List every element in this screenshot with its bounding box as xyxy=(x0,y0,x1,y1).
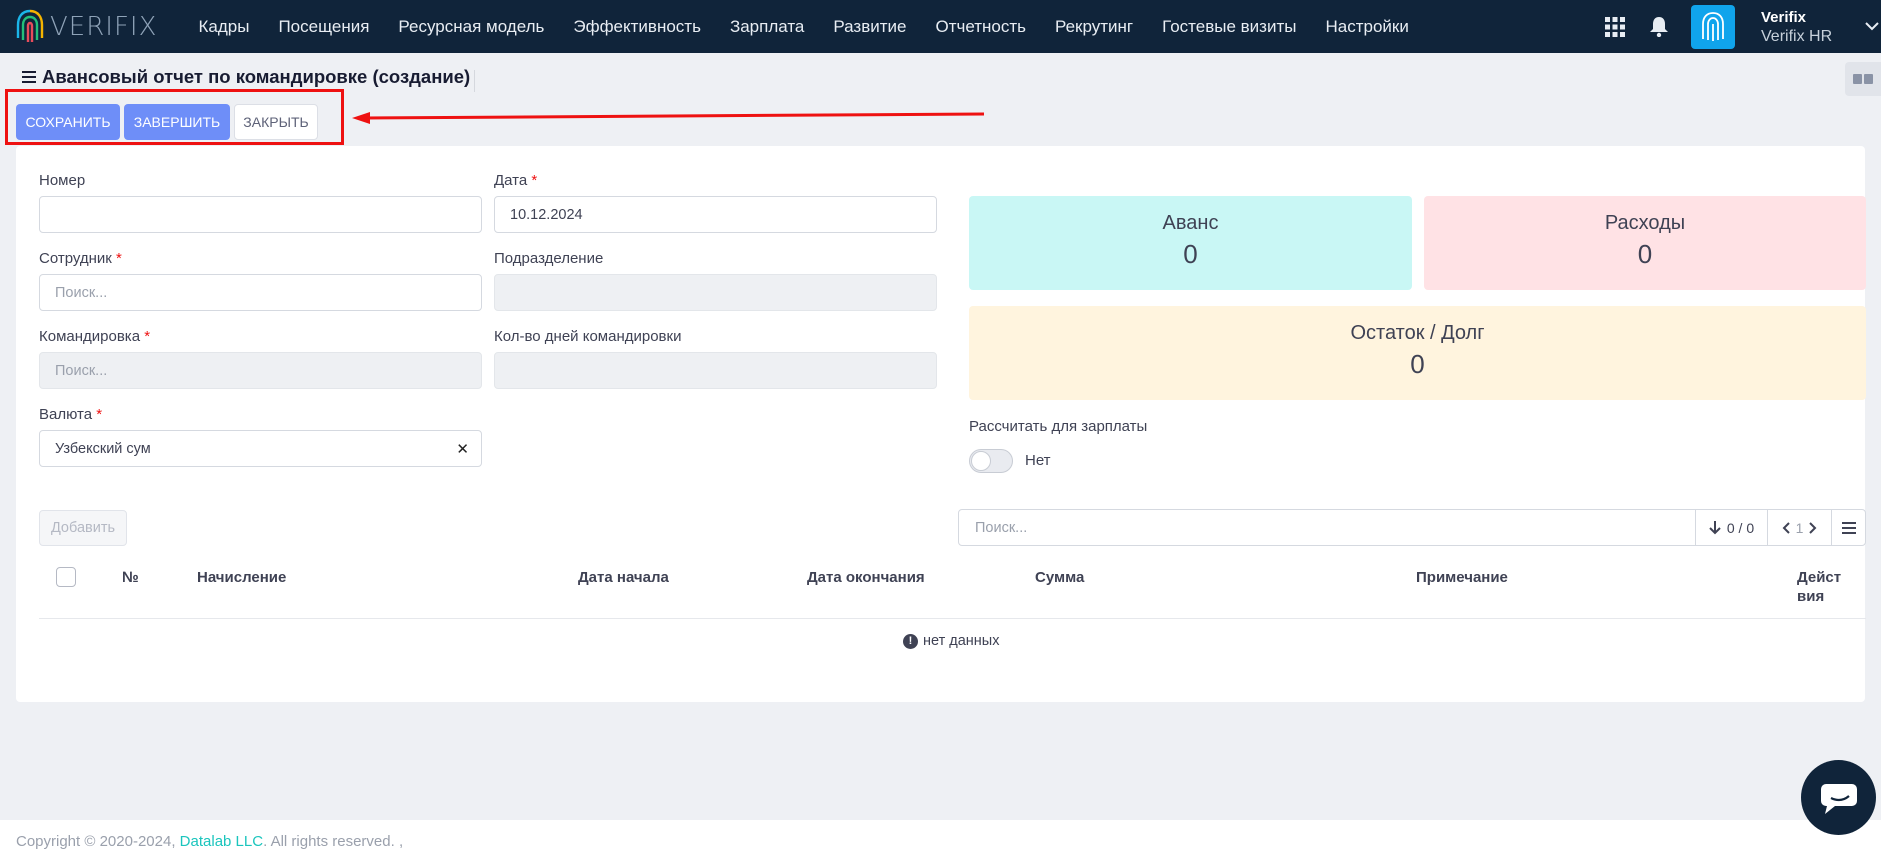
annotation-arrow xyxy=(352,112,984,124)
currency-value: Узбекский сум xyxy=(55,440,151,457)
salary-calc-label: Рассчитать для зарплаты xyxy=(969,418,1148,435)
add-row-button[interactable]: Добавить xyxy=(39,510,127,546)
division-label: Подразделение xyxy=(494,250,604,267)
finish-button[interactable]: Завершить xyxy=(124,104,230,140)
advance-stat-card: Аванс 0 xyxy=(969,196,1412,290)
trip-days-label: Кол-во дней командировки xyxy=(494,328,682,345)
balance-stat-card: Остаток / Долг 0 xyxy=(969,306,1866,400)
expenses-title: Расходы xyxy=(1604,212,1686,234)
footer: Copyright © 2020-2024, Datalab LLC. All … xyxy=(0,820,1881,851)
grid-pagination[interactable]: 1 xyxy=(1767,509,1832,546)
grid-columns-menu-button[interactable] xyxy=(1831,509,1866,546)
empty-state: ! нет данных xyxy=(903,633,999,649)
top-navbar: VERIFIX Кадры Посещения Ресурсная модель… xyxy=(0,0,1881,53)
menu-icon xyxy=(1841,521,1856,534)
chat-widget-button[interactable] xyxy=(1801,760,1876,835)
currency-label: Валюта * xyxy=(39,406,103,423)
trip-label: Командировка * xyxy=(39,328,151,345)
salary-calc-state: Нет xyxy=(1025,452,1051,469)
footer-copyright: Copyright © 2020-2024, xyxy=(16,833,176,850)
language-toggle-button[interactable] xyxy=(1845,62,1881,96)
nav-item-resource-model[interactable]: Ресурсная модель xyxy=(384,0,559,53)
footer-company-link[interactable]: Datalab LLC xyxy=(180,833,263,850)
balance-title: Остаток / Долг xyxy=(1350,322,1485,344)
balance-value: 0 xyxy=(1410,349,1425,379)
column-end-date[interactable]: Дата окончания xyxy=(807,568,925,587)
arrow-down-icon xyxy=(1709,520,1721,534)
bell-icon xyxy=(1650,16,1668,37)
footer-rights: . All rights reserved. , xyxy=(263,833,404,850)
nav-item-hr[interactable]: Кадры xyxy=(184,0,264,53)
chat-icon xyxy=(1820,783,1857,814)
table-header: № Начисление Дата начала Дата окончания … xyxy=(39,553,1866,619)
close-button[interactable]: Закрыть xyxy=(234,104,318,140)
expenses-stat-card: Расходы 0 xyxy=(1424,196,1866,290)
column-number[interactable]: № xyxy=(122,568,139,587)
title-divider xyxy=(474,70,475,92)
column-note[interactable]: Примечание xyxy=(1416,568,1508,587)
clear-icon[interactable]: ✕ xyxy=(456,440,469,458)
notifications-button[interactable] xyxy=(1637,0,1681,53)
advance-title: Аванс xyxy=(1162,212,1219,234)
nav-item-efficiency[interactable]: Эффективность xyxy=(559,0,716,53)
number-input[interactable] xyxy=(39,196,482,233)
empty-text: нет данных xyxy=(923,633,1000,649)
column-accrual[interactable]: Начисление xyxy=(197,568,286,587)
nav-item-guest-visits[interactable]: Гостевые визиты xyxy=(1148,0,1311,53)
number-label: Номер xyxy=(39,172,86,189)
fingerprint-logo-icon xyxy=(16,9,44,42)
nav-item-salary[interactable]: Зарплата xyxy=(715,0,818,53)
menu-icon[interactable] xyxy=(22,71,36,83)
date-label: Дата * xyxy=(494,172,538,189)
fingerprint-icon xyxy=(1702,11,1724,41)
user-name: Verifix xyxy=(1761,8,1807,26)
chevron-down-icon xyxy=(1865,21,1879,30)
grid-count: 0 / 0 xyxy=(1726,519,1755,536)
user-menu[interactable]: Verifix Verifix HR xyxy=(1761,8,1881,46)
save-button[interactable]: Сохранить xyxy=(16,104,120,140)
date-input[interactable]: 10.12.2024 xyxy=(494,196,937,233)
apps-grid-icon xyxy=(1605,16,1625,37)
brand-logo[interactable]: VERIFIX xyxy=(14,8,164,46)
column-start-date[interactable]: Дата начала xyxy=(578,568,669,587)
toggle-knob xyxy=(971,451,991,471)
trip-days-input xyxy=(494,352,937,389)
employee-search-input[interactable]: Поиск... xyxy=(39,274,482,311)
advance-value: 0 xyxy=(1183,239,1198,269)
exclamation-icon: ! xyxy=(903,633,918,649)
page-title: Авансовый отчет по командировке (создани… xyxy=(42,66,471,87)
expenses-value: 0 xyxy=(1637,239,1653,269)
chevron-right-icon[interactable] xyxy=(1809,521,1817,534)
page-header: Авансовый отчет по командировке (создани… xyxy=(22,66,470,88)
avatar[interactable] xyxy=(1691,4,1735,49)
main-nav: Кадры Посещения Ресурсная модель Эффекти… xyxy=(184,0,1423,53)
brand-name: VERIFIX xyxy=(50,11,158,42)
grid-page-number: 1 xyxy=(1795,519,1804,536)
translate-icon xyxy=(1853,74,1873,84)
column-sum[interactable]: Сумма xyxy=(1035,568,1084,587)
nav-item-development[interactable]: Развитие xyxy=(819,0,921,53)
grid-sort-count[interactable]: 0 / 0 xyxy=(1695,509,1768,546)
nav-item-reports[interactable]: Отчетность xyxy=(921,0,1041,53)
currency-select[interactable]: Узбекский сум ✕ xyxy=(39,430,482,467)
nav-item-recruiting[interactable]: Рекрутинг xyxy=(1041,0,1148,53)
nav-item-settings[interactable]: Настройки xyxy=(1311,0,1423,53)
salary-calc-toggle[interactable] xyxy=(969,449,1013,473)
chevron-left-icon[interactable] xyxy=(1782,521,1790,534)
select-all-checkbox[interactable] xyxy=(56,567,76,587)
user-org: Verifix HR xyxy=(1761,27,1833,45)
grid-search-input[interactable]: Поиск... xyxy=(958,509,1696,546)
division-input xyxy=(494,274,937,311)
trip-search-input[interactable]: Поиск... xyxy=(39,352,482,389)
column-actions[interactable]: Действия xyxy=(1797,568,1847,606)
employee-label: Сотрудник * xyxy=(39,250,122,267)
apps-grid-button[interactable] xyxy=(1593,0,1637,53)
nav-item-attendance[interactable]: Посещения xyxy=(264,0,384,53)
